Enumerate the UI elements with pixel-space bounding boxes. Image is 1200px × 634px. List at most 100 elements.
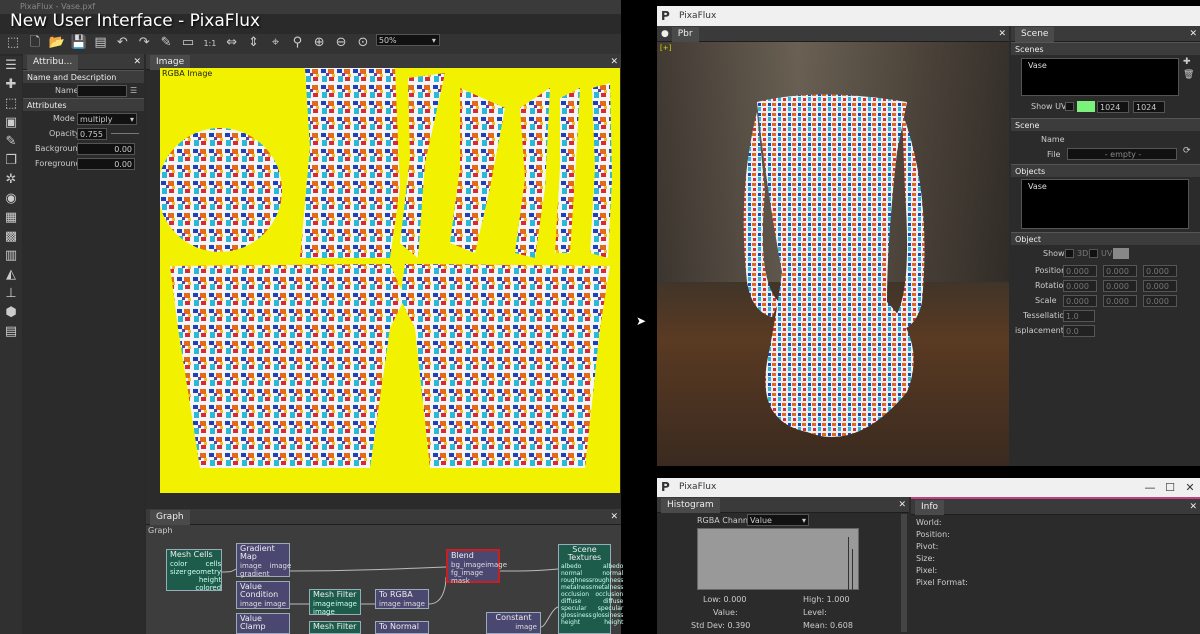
- undo-icon[interactable]: ↶: [113, 34, 131, 52]
- node-to-normal[interactable]: To Normal: [375, 621, 429, 634]
- save-all-icon[interactable]: ▤: [92, 34, 110, 52]
- node-to-rgba[interactable]: To RGBA image image: [375, 589, 429, 609]
- uv-width-input[interactable]: 1024: [1097, 101, 1129, 113]
- layers-icon[interactable]: ☰: [0, 56, 22, 75]
- fit-width-icon[interactable]: ⇔: [223, 34, 241, 52]
- node-value-clamp[interactable]: Value Clamp: [236, 613, 290, 634]
- gradient-icon[interactable]: ◭: [0, 265, 22, 284]
- object-section-header[interactable]: Object: [1011, 232, 1200, 245]
- rotation-y-input[interactable]: 0.000: [1103, 280, 1137, 292]
- eye-icon[interactable]: ◉: [0, 189, 22, 208]
- scale-x-input[interactable]: 0.000: [1063, 295, 1097, 307]
- reload-icon[interactable]: ⟳: [1183, 146, 1191, 156]
- zoom-1to1-icon[interactable]: 1:1: [201, 35, 219, 53]
- new-file-icon[interactable]: 🗋: [26, 34, 44, 52]
- show-uv-object-checkbox[interactable]: [1089, 249, 1098, 258]
- save-icon[interactable]: 💾: [70, 34, 88, 52]
- layers-stack-icon[interactable]: ▤: [0, 322, 22, 341]
- displacement-input[interactable]: 0.0: [1063, 325, 1095, 337]
- close-icon[interactable]: ✕: [1189, 26, 1200, 42]
- node-mesh-filter[interactable]: Mesh Filter image image image: [309, 589, 361, 616]
- tab-info[interactable]: Info: [915, 500, 945, 515]
- opacity-input[interactable]: 0.755: [77, 128, 107, 140]
- list-item[interactable]: Vase: [1028, 61, 1172, 70]
- node-scene-textures[interactable]: Scene Textures albedo normal roughness meta…: [558, 544, 623, 634]
- zoom-out-icon[interactable]: ⊖: [332, 34, 350, 52]
- scene-section-header[interactable]: Scene: [1011, 118, 1200, 131]
- add-icon[interactable]: ✚: [0, 75, 22, 94]
- rotation-z-input[interactable]: 0.000: [1143, 280, 1177, 292]
- close-icon[interactable]: ✕: [898, 497, 909, 513]
- cube-icon[interactable]: ⬢: [0, 303, 22, 322]
- uv-object-swatch[interactable]: [1113, 248, 1129, 259]
- zoom-select[interactable]: 50% ▾: [375, 34, 440, 46]
- image-canvas[interactable]: RGBA Image: [160, 68, 620, 493]
- objects-list[interactable]: Vase: [1021, 179, 1189, 229]
- position-x-input[interactable]: 0.000: [1063, 265, 1097, 277]
- background-input[interactable]: 0.00: [77, 143, 135, 155]
- show-uv-checkbox[interactable]: [1065, 102, 1074, 111]
- close-icon[interactable]: ✕: [133, 54, 144, 70]
- transform-icon[interactable]: ⊥: [0, 284, 22, 303]
- rgba-channel-select[interactable]: Value ▾: [747, 514, 809, 526]
- histogram-scrollbar[interactable]: [901, 514, 907, 632]
- close-icon[interactable]: ✕: [998, 26, 1009, 42]
- grid-icon[interactable]: ▩: [0, 227, 22, 246]
- node-mesh-cells[interactable]: Mesh Cells color sizer cells geometry heigh…: [166, 549, 222, 592]
- checker-icon[interactable]: ▦: [0, 208, 22, 227]
- crop-icon[interactable]: ⬚: [0, 94, 22, 113]
- redo-icon[interactable]: ↷: [135, 34, 153, 52]
- scenes-section-header[interactable]: Scenes: [1011, 42, 1200, 55]
- open-folder-icon[interactable]: 📂: [48, 34, 66, 52]
- fit-height-icon[interactable]: ⇕: [245, 34, 263, 52]
- filter-icon[interactable]: ✲: [0, 170, 22, 189]
- list-item[interactable]: Vase: [1028, 182, 1182, 191]
- tab-pbr[interactable]: Pbr: [671, 27, 699, 42]
- scale-y-input[interactable]: 0.000: [1103, 295, 1137, 307]
- close-icon[interactable]: ✕: [1180, 478, 1200, 497]
- zoom-icon[interactable]: ⚲: [288, 34, 306, 52]
- tab-scene[interactable]: Scene: [1015, 27, 1055, 42]
- copy-icon[interactable]: ❐: [0, 151, 22, 170]
- edit-icon[interactable]: ✎: [157, 34, 175, 52]
- node-blend[interactable]: Blend bg_image fg_image mask image: [446, 549, 507, 585]
- position-z-input[interactable]: 0.000: [1143, 265, 1177, 277]
- zoom-fit-icon[interactable]: ⊙: [354, 34, 372, 52]
- node-mesh-filter-2[interactable]: Mesh Filter: [309, 621, 361, 634]
- node-value-condition[interactable]: Value Condition image image: [236, 581, 290, 609]
- uv-color-swatch[interactable]: [1077, 101, 1095, 112]
- tab-histogram[interactable]: Histogram: [661, 498, 720, 513]
- select-tool-icon[interactable]: ⬚: [4, 34, 22, 52]
- folder-icon[interactable]: ▣: [0, 113, 22, 132]
- fit-all-icon[interactable]: ⌖: [267, 34, 285, 52]
- objects-section-header[interactable]: Objects: [1011, 164, 1200, 177]
- rotation-x-input[interactable]: 0.000: [1063, 280, 1097, 292]
- delete-icon[interactable]: 🗑: [1183, 70, 1194, 80]
- minimize-icon[interactable]: —: [1140, 478, 1160, 497]
- attributes-section-header[interactable]: Attributes: [23, 98, 144, 111]
- show-3d-checkbox[interactable]: [1065, 249, 1074, 258]
- position-y-input[interactable]: 0.000: [1103, 265, 1137, 277]
- name-section-header[interactable]: Name and Description: [23, 70, 144, 83]
- tab-attributes[interactable]: Attribu...: [27, 55, 79, 70]
- pbr-viewport[interactable]: [+]: [657, 42, 1009, 466]
- close-icon[interactable]: ✕: [1189, 499, 1200, 515]
- histogram-plot[interactable]: [697, 528, 859, 591]
- opacity-slider[interactable]: [111, 133, 139, 134]
- maximize-icon[interactable]: ☐: [1160, 478, 1180, 497]
- uv-height-input[interactable]: 1024: [1133, 101, 1165, 113]
- menu-icon[interactable]: ☰: [130, 83, 137, 98]
- add-icon[interactable]: ✚: [1183, 57, 1191, 67]
- brush-icon[interactable]: ✎: [0, 132, 22, 151]
- tessellation-input[interactable]: 1.0: [1063, 310, 1095, 322]
- scene-file-input[interactable]: - empty -: [1067, 148, 1177, 160]
- node-gradient-map[interactable]: Gradient Map image gradient image: [236, 543, 291, 578]
- print-icon[interactable]: ▭: [179, 34, 197, 52]
- foreground-input[interactable]: 0.00: [77, 158, 135, 170]
- zoom-in-icon[interactable]: ⊕: [310, 34, 328, 52]
- scale-z-input[interactable]: 0.000: [1143, 295, 1177, 307]
- mode-select[interactable]: multiply ▾: [77, 113, 137, 125]
- tiles-icon[interactable]: ▥: [0, 246, 22, 265]
- scenes-list[interactable]: Vase: [1021, 58, 1179, 96]
- node-constant[interactable]: Constant image: [486, 612, 541, 634]
